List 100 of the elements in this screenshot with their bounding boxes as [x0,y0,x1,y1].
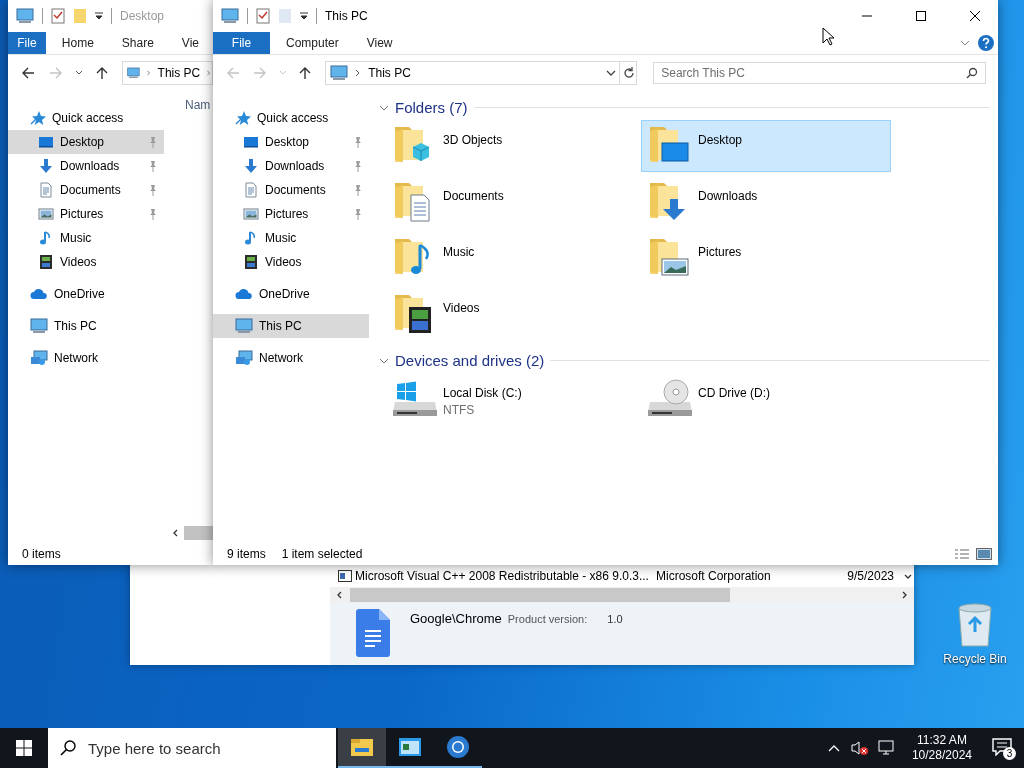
chevron-icon [145,69,152,77]
folder-item[interactable]: Local Disk (C:) NTFS [386,373,636,425]
table-cell-text: Microsoft Corporation [656,569,772,583]
sidebar-item[interactable]: Pictures [8,202,164,226]
sidebar-item[interactable]: OneDrive [8,282,164,306]
column-header[interactable]: Nam [185,98,213,112]
sidebar-item[interactable]: Documents [213,178,369,202]
horizontal-scrollbar[interactable] [330,587,914,603]
ribbon-tab[interactable]: View [352,32,407,54]
folder-item[interactable]: Pictures [641,232,891,284]
picture-icon [243,206,259,222]
group-header[interactable]: Devices and drives (2) [395,352,545,369]
caret-icon [75,70,83,76]
star-icon [30,110,46,126]
back-arrow-icon [225,66,240,80]
group-header[interactable]: Folders (7) [395,99,468,116]
network-icon [30,350,48,366]
pin-icon [353,184,363,196]
sidebar-item[interactable]: Quick access [213,106,369,130]
browser-icon [446,735,470,759]
status-text: 1 item selected [281,547,363,561]
ribbon-tab[interactable]: Vie [167,32,213,54]
sidebar-item[interactable]: Downloads [8,154,164,178]
desktop-icon [243,134,259,150]
desktop-icon [38,134,54,150]
field-label: Product version: [507,612,588,625]
document-icon [356,609,390,657]
document-icon [38,182,54,198]
sidebar-item[interactable]: Desktop [213,130,369,154]
monitor-icon [221,8,239,24]
pin-icon [148,160,158,172]
breadcrumb[interactable]: This PC [157,66,201,80]
sidebar-item[interactable]: OneDrive [213,282,369,306]
folder-item[interactable]: Music [386,232,636,284]
star-icon [235,110,251,126]
sidebar-item[interactable]: This PC [8,314,164,338]
monitor-icon [16,8,34,24]
folder-item[interactable]: Videos [386,288,636,340]
film-icon [38,254,54,270]
sidebar-item[interactable]: Quick access [8,106,164,130]
download-arrow-icon [38,158,54,174]
network-icon [877,740,896,756]
refresh-icon [622,66,637,80]
product-name: Google\Chrome [410,610,502,626]
sidebar-item[interactable]: Music [213,226,369,250]
folder-item[interactable]: 3D Objects [386,120,636,172]
clock-date[interactable]: 10/28/2024 [911,748,972,763]
cloud-icon [235,288,253,300]
sidebar-item[interactable]: Pictures [213,202,369,226]
dropdown-icon [605,68,618,78]
taskbar-app-button[interactable] [338,728,386,768]
up-arrow-icon [95,66,109,80]
sidebar-item[interactable]: This PC [213,314,369,338]
sidebar-item[interactable]: Network [213,346,369,370]
folder-item[interactable]: CD Drive (D:) [641,373,891,425]
speech-bubble-icon [992,737,1012,756]
window-title: Desktop [120,9,165,23]
chevron-down-icon [960,39,970,47]
close-icon [970,11,980,21]
caret-icon [278,70,287,76]
folder-item[interactable]: Desktop [641,120,891,172]
sidebar-item[interactable]: Documents [8,178,164,202]
ribbon-tab[interactable]: Home [47,32,108,54]
monitor-icon [30,318,48,334]
notifications-button[interactable]: 3 [988,736,1016,760]
breadcrumb[interactable]: This PC [368,66,411,80]
sidebar-item[interactable]: Videos [213,250,369,274]
clock-time[interactable]: 11:32 AM [917,733,967,748]
horizontal-scrollbar[interactable] [172,526,213,540]
monitor-icon [127,65,140,81]
program-icon [338,570,352,582]
sidebar-item[interactable]: Network [8,346,164,370]
recycle-bin-icon [955,602,995,648]
tiles-view-icon [976,548,992,560]
document-icon [243,182,259,198]
folder-item[interactable]: Downloads [641,176,891,228]
app-window-icon [398,737,422,757]
sidebar-item[interactable]: Desktop [8,130,164,154]
sidebar-item[interactable]: Downloads [213,154,369,178]
monitor-icon [330,65,349,81]
ribbon-tab[interactable]: Computer [272,32,353,54]
ribbon-tab[interactable]: Share [107,32,168,54]
folder-item[interactable]: Documents [386,176,636,228]
sidebar-item[interactable]: Videos [8,250,164,274]
network-icon [235,350,253,366]
sidebar-item[interactable]: Music [8,226,164,250]
address-bar[interactable]: This PC [122,61,213,85]
search-field[interactable]: Search This PC [653,62,986,84]
chevron-icon [206,69,212,77]
details-view-icon [954,548,970,560]
caret-icon [904,574,912,580]
checklist-icon [51,8,65,24]
pin-icon [353,208,363,220]
muted-speaker-icon [849,740,868,756]
pin-icon [353,160,363,172]
table-cell: Microsoft Visual C++ 2008 Redistributable - x86 9.0.3... [355,569,649,583]
address-bar[interactable]: This PC [325,61,638,85]
caret-icon [300,12,308,20]
help-icon [978,35,994,51]
pin-icon [148,208,158,220]
